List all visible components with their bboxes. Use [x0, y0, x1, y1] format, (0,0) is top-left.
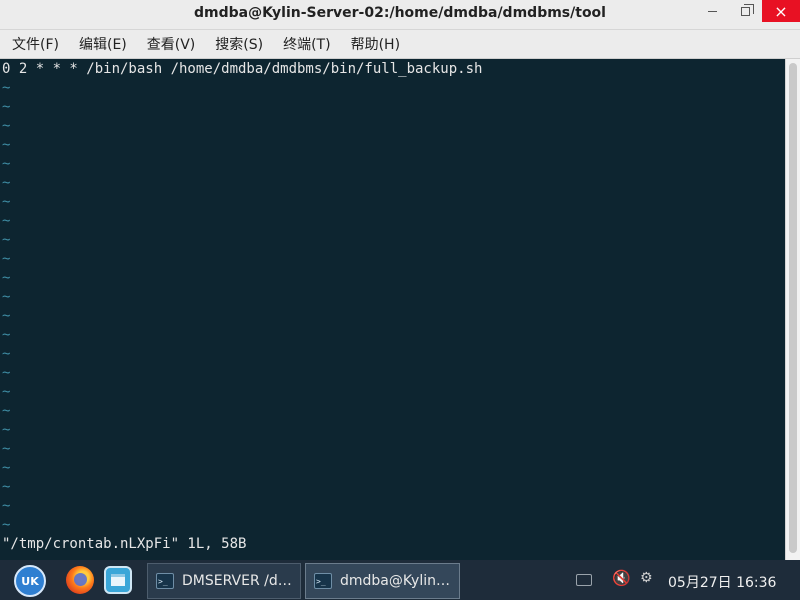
title-bar: dmdba@Kylin-Server-02:/home/dmdba/dmdbms… — [0, 0, 800, 30]
clock[interactable]: 05月27日 16:36 — [668, 572, 776, 592]
tilde-line: ~ — [2, 251, 11, 267]
start-menu-label: UK — [21, 574, 39, 588]
tilde-line: ~ — [2, 175, 11, 191]
menu-bar: 文件(F) 编辑(E) 查看(V) 搜索(S) 终端(T) 帮助(H) — [0, 30, 800, 59]
crontab-line: 0 2 * * * /bin/bash /home/dmdba/dmdbms/b… — [2, 61, 483, 77]
minimize-button[interactable] — [696, 0, 728, 22]
task-dmserver[interactable]: >_ DMSERVER /d… — [147, 563, 301, 599]
menu-search[interactable]: 搜索(S) — [207, 30, 271, 58]
tilde-line: ~ — [2, 403, 11, 419]
menu-help[interactable]: 帮助(H) — [343, 30, 408, 58]
menu-view[interactable]: 查看(V) — [139, 30, 204, 58]
terminal-icon: >_ — [314, 573, 332, 589]
menu-terminal[interactable]: 终端(T) — [275, 30, 338, 58]
tilde-line: ~ — [2, 232, 11, 248]
tilde-line: ~ — [2, 327, 11, 343]
tilde-line: ~ — [2, 479, 11, 495]
close-icon: × — [774, 1, 788, 21]
task-dmdba-terminal[interactable]: >_ dmdba@Kylin… — [305, 563, 460, 599]
vim-status-line: "/tmp/crontab.nLXpFi" 1L, 58B — [2, 536, 247, 552]
menu-edit[interactable]: 编辑(E) — [71, 30, 135, 58]
tilde-line: ~ — [2, 346, 11, 362]
tilde-line: ~ — [2, 365, 11, 381]
network-icon[interactable]: ⚙ — [640, 570, 653, 586]
start-menu-button[interactable]: UK — [14, 565, 46, 597]
restore-icon — [740, 3, 754, 16]
tilde-line: ~ — [2, 441, 11, 457]
task-label: DMSERVER /d… — [182, 573, 292, 589]
task-label: dmdba@Kylin… — [340, 573, 450, 589]
tilde-line: ~ — [2, 460, 11, 476]
tilde-line: ~ — [2, 80, 11, 96]
terminal-icon: >_ — [156, 573, 174, 589]
volume-muted-icon[interactable]: 🔇 — [612, 569, 631, 587]
scrollbar-thumb[interactable] — [789, 63, 797, 553]
tilde-line: ~ — [2, 289, 11, 305]
tilde-line: ~ — [2, 517, 11, 533]
keyboard-icon[interactable] — [576, 574, 592, 586]
tilde-line: ~ — [2, 422, 11, 438]
close-button[interactable]: × — [762, 0, 800, 22]
empty-line-markers: ~ ~ ~ ~ ~ ~ ~ ~ ~ ~ ~ ~ ~ ~ ~ ~ ~ ~ ~ ~ ~ ~ ~ ~ — [2, 79, 785, 535]
tilde-line: ~ — [2, 118, 11, 134]
maximize-button[interactable] — [729, 0, 761, 22]
window-title: dmdba@Kylin-Server-02:/home/dmdba/dmdbms… — [194, 5, 606, 21]
tilde-line: ~ — [2, 99, 11, 115]
tilde-line: ~ — [2, 156, 11, 172]
menu-file[interactable]: 文件(F) — [4, 30, 67, 58]
tilde-line: ~ — [2, 308, 11, 324]
tilde-line: ~ — [2, 213, 11, 229]
tilde-line: ~ — [2, 137, 11, 153]
tilde-line: ~ — [2, 194, 11, 210]
vertical-scrollbar[interactable] — [785, 59, 800, 560]
firefox-icon[interactable] — [66, 566, 94, 594]
tilde-line: ~ — [2, 270, 11, 286]
taskbar: UK >_ DMSERVER /d… >_ dmdba@Kylin… 🔇 ⚙ 0… — [0, 560, 800, 600]
minimize-icon — [707, 11, 717, 12]
tilde-line: ~ — [2, 384, 11, 400]
tilde-line: ~ — [2, 498, 11, 514]
file-manager-icon[interactable] — [104, 566, 132, 594]
terminal-area[interactable]: 0 2 * * * /bin/bash /home/dmdba/dmdbms/b… — [0, 59, 785, 560]
